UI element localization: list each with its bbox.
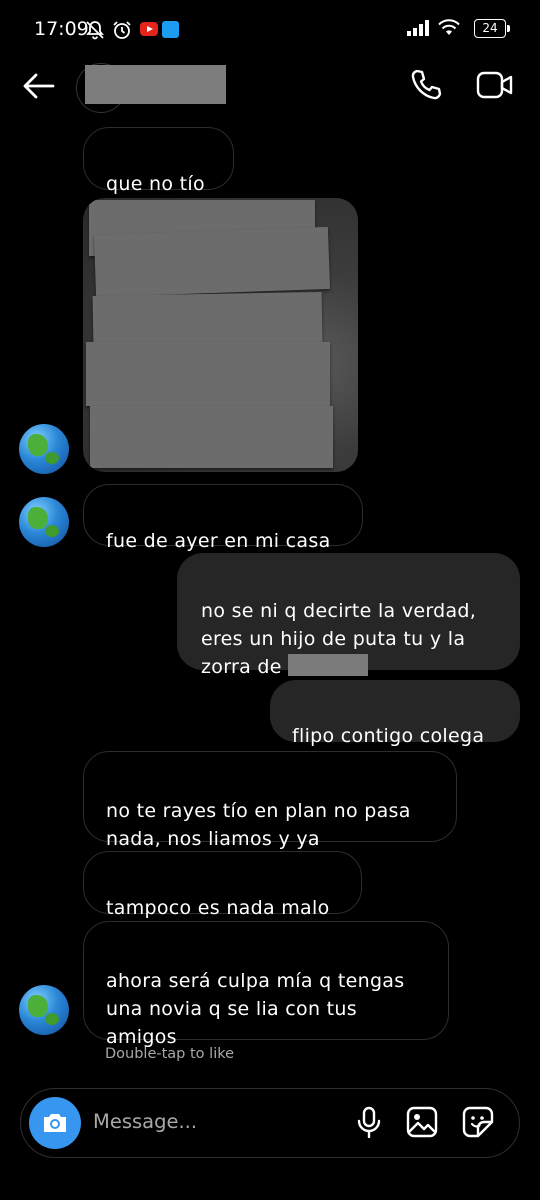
message-text: ahora será culpa mía q tengas una novia … bbox=[106, 970, 405, 1048]
redaction-block bbox=[93, 226, 331, 298]
status-time: 17:09 bbox=[34, 18, 89, 40]
camera-button[interactable] bbox=[29, 1097, 81, 1149]
message-input[interactable]: Message... bbox=[93, 1110, 197, 1133]
arrow-left-icon[interactable] bbox=[22, 72, 56, 100]
redaction-block bbox=[92, 292, 323, 346]
message-bubble[interactable]: que no tío bbox=[83, 127, 234, 195]
chat-header bbox=[0, 60, 540, 120]
redacted-contact-name[interactable] bbox=[85, 65, 226, 104]
microphone-icon[interactable] bbox=[355, 1105, 383, 1141]
redaction-block bbox=[90, 406, 333, 468]
status-bar: 17:09 24 bbox=[0, 0, 540, 60]
message-bubble[interactable]: tampoco es nada malo bbox=[83, 851, 362, 919]
phone-icon[interactable] bbox=[410, 68, 442, 102]
message-text: flipo contigo colega bbox=[292, 725, 485, 747]
gallery-icon[interactable] bbox=[405, 1105, 439, 1139]
message-bubble[interactable]: ahora será culpa mía q tengas una novia … bbox=[83, 921, 449, 1048]
message-bubble[interactable]: no te rayes tío en plan no pasa nada, no… bbox=[83, 751, 457, 850]
message-photo[interactable] bbox=[83, 198, 358, 472]
message-text: tampoco es nada malo bbox=[106, 897, 330, 919]
alarm-clock-icon bbox=[113, 21, 131, 39]
earth-globe-avatar bbox=[19, 985, 69, 1035]
message-text: no te rayes tío en plan no pasa nada, no… bbox=[106, 800, 411, 850]
muted-bell-icon bbox=[86, 21, 104, 40]
camera-icon bbox=[44, 1114, 66, 1132]
twitter-icon bbox=[162, 21, 179, 38]
earth-globe-avatar bbox=[19, 497, 69, 547]
sticker-icon[interactable] bbox=[461, 1105, 495, 1139]
video-camera-icon[interactable] bbox=[476, 70, 514, 100]
signal-icon bbox=[407, 20, 429, 36]
message-bubble[interactable]: flipo contigo colega bbox=[270, 680, 520, 747]
redaction-block bbox=[86, 342, 330, 406]
message-text: fue de ayer en mi casa bbox=[106, 530, 331, 552]
youtube-icon bbox=[140, 22, 158, 36]
message-bubble[interactable]: no se ni q decirte la verdad, eres un hi… bbox=[177, 553, 520, 678]
message-composer: Message... bbox=[20, 1088, 520, 1158]
double-tap-hint: Double-tap to like bbox=[105, 1046, 235, 1062]
earth-globe-avatar bbox=[19, 424, 69, 474]
wifi-icon bbox=[438, 19, 460, 35]
battery-indicator: 24 bbox=[474, 19, 510, 38]
redacted-name bbox=[288, 654, 369, 676]
message-bubble[interactable]: fue de ayer en mi casa bbox=[83, 484, 363, 552]
message-text: que no tío bbox=[106, 173, 205, 195]
